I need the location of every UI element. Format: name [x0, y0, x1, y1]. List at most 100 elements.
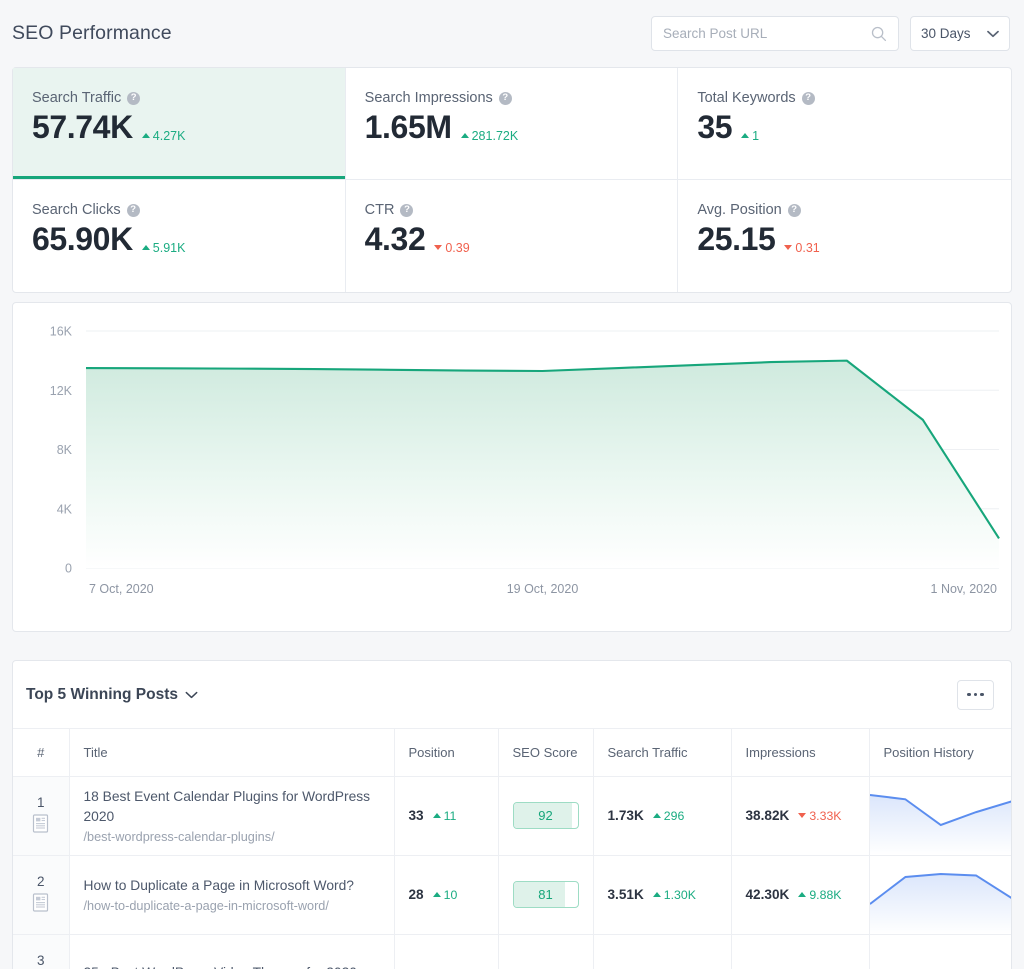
- position-delta-value: 10: [443, 887, 458, 902]
- position-history-cell: [869, 855, 1011, 935]
- arrow-up-icon: [652, 892, 661, 897]
- x-tick-label: 1 Nov, 2020: [931, 582, 998, 596]
- stat-label: Search Impressions ?: [365, 90, 678, 106]
- stat-card-search-clicks[interactable]: Search Clicks ? 65.90K 5.91K: [13, 180, 346, 292]
- x-tick-label: 7 Oct, 2020: [89, 582, 154, 596]
- seo-score-cell: [498, 934, 594, 969]
- winning-posts-title-dropdown[interactable]: Top 5 Winning Posts: [26, 686, 198, 704]
- search-traffic-cell: [593, 934, 732, 969]
- seo-score-value: 92: [538, 808, 553, 823]
- ellipsis-icon: [967, 692, 971, 697]
- table-row[interactable]: 1 18 Best Event Calendar Plugins for Wor…: [13, 776, 1011, 856]
- column-header-position-history[interactable]: Position History: [869, 729, 1011, 777]
- post-cell[interactable]: 18 Best Event Calendar Plugins for WordP…: [69, 776, 395, 856]
- impressions-delta-value: 9.88K: [809, 887, 842, 902]
- y-tick-label: 16K: [50, 325, 73, 339]
- help-icon[interactable]: ?: [126, 203, 140, 217]
- stat-card-avg-position[interactable]: Avg. Position ? 25.15 0.31: [678, 180, 1011, 292]
- date-range-select[interactable]: 30 Days: [910, 16, 1010, 51]
- winning-posts-title: Top 5 Winning Posts: [26, 685, 178, 703]
- stat-delta-value: 281.72K: [471, 128, 519, 143]
- impressions-cell: 42.30K 9.88K: [731, 855, 870, 935]
- impressions-cell: 38.82K 3.33K: [731, 776, 870, 856]
- search-traffic-delta-value: 296: [663, 808, 685, 823]
- stat-value: 57.74K: [32, 109, 133, 145]
- stat-value-row: 65.90K 5.91K: [32, 221, 345, 258]
- stats-panel: Search Traffic ? 57.74K 4.27K Search Imp…: [12, 67, 1012, 293]
- arrow-up-icon: [741, 133, 750, 138]
- help-icon[interactable]: ?: [400, 203, 414, 217]
- position-history-sparkline: [869, 872, 1011, 933]
- post-title[interactable]: 25+ Best WordPress Video Themes for 2020: [84, 963, 380, 969]
- stat-delta: 0.31: [784, 241, 820, 255]
- position-history-cell: [869, 934, 1011, 969]
- traffic-area-chart[interactable]: 0 4K 8K 12K 16K 7 Oct, 2020 19 Oct, 2020 1 Nov…: [13, 303, 1011, 631]
- impressions-delta: 9.88K: [798, 888, 841, 902]
- stat-value: 25.15: [697, 221, 776, 257]
- arrow-down-icon: [798, 813, 807, 818]
- stat-value-row: 35 1: [697, 109, 1011, 146]
- ellipsis-icon: [980, 692, 984, 697]
- column-header-title[interactable]: Title: [69, 729, 395, 777]
- stat-value: 35: [697, 109, 733, 145]
- arrow-up-icon: [141, 245, 150, 250]
- stat-label: Search Clicks ?: [32, 202, 345, 218]
- position-delta-value: 11: [443, 808, 457, 823]
- arrow-up-icon: [432, 892, 441, 897]
- table-row[interactable]: 3 25+ Best WordPress Video Themes for 20…: [13, 934, 1011, 969]
- search-input[interactable]: [652, 17, 898, 50]
- help-icon[interactable]: ?: [498, 91, 512, 105]
- stat-card-total-keywords[interactable]: Total Keywords ? 35 1: [678, 68, 1011, 180]
- stat-value-row: 1.65M 281.72K: [365, 109, 678, 146]
- search-traffic-cell: 3.51K 1.30K: [593, 855, 732, 935]
- page-title: SEO Performance: [12, 22, 172, 44]
- stat-label: CTR ?: [365, 202, 678, 218]
- winning-posts-header: Top 5 Winning Posts: [13, 661, 1011, 729]
- arrow-down-icon: [784, 245, 793, 250]
- stat-delta: 5.91K: [141, 241, 185, 255]
- column-header-search-traffic[interactable]: Search Traffic: [593, 729, 732, 777]
- stat-label-text: CTR: [364, 202, 395, 218]
- stat-label: Total Keywords ?: [697, 90, 1011, 106]
- stat-card-search-traffic[interactable]: Search Traffic ? 57.74K 4.27K: [13, 68, 346, 180]
- header-controls: 30 Days: [651, 16, 1012, 51]
- date-range-value: 30 Days: [921, 26, 971, 41]
- row-index: 3: [36, 952, 45, 968]
- stat-card-ctr[interactable]: CTR ? 4.32 0.39: [346, 180, 679, 292]
- table-row[interactable]: 2 How to Duplicate a Page in Microsoft W…: [13, 855, 1011, 935]
- seo-score-badge: 81: [512, 881, 579, 908]
- column-header-seo-score[interactable]: SEO Score: [498, 729, 594, 777]
- column-header-position[interactable]: Position: [394, 729, 499, 777]
- stat-value: 4.32: [364, 221, 426, 257]
- search-post-url-box[interactable]: [651, 16, 899, 51]
- column-header-index[interactable]: #: [13, 729, 70, 777]
- search-traffic-value: 3.51K: [607, 887, 644, 902]
- help-icon[interactable]: ?: [801, 91, 815, 105]
- stat-delta-value: 0.39: [445, 240, 470, 255]
- post-icon: [33, 814, 49, 833]
- seo-score-badge: 92: [512, 802, 579, 829]
- position-delta: 11: [432, 808, 457, 823]
- help-icon[interactable]: ?: [787, 203, 801, 217]
- y-tick-label: 8K: [57, 443, 73, 457]
- impressions-value: 38.82K: [745, 808, 790, 823]
- stat-delta: 1: [741, 129, 759, 143]
- impressions-value: 42.30K: [745, 887, 790, 902]
- stat-card-search-impressions[interactable]: Search Impressions ? 1.65M 281.72K: [345, 68, 679, 180]
- arrow-up-icon: [798, 892, 807, 897]
- post-cell[interactable]: How to Duplicate a Page in Microsoft Wor…: [69, 855, 395, 935]
- post-cell[interactable]: 25+ Best WordPress Video Themes for 2020: [69, 934, 395, 969]
- post-title[interactable]: 18 Best Event Calendar Plugins for WordP…: [84, 787, 380, 826]
- post-title[interactable]: How to Duplicate a Page in Microsoft Wor…: [84, 876, 380, 896]
- impressions-cell: [731, 934, 870, 969]
- stat-value-row: 25.15 0.31: [697, 221, 1011, 258]
- search-traffic-delta-value: 1.30K: [663, 887, 696, 902]
- stat-delta: 281.72K: [460, 128, 519, 143]
- more-options-button[interactable]: [957, 679, 994, 710]
- position-value: 28: [408, 887, 424, 902]
- column-header-impressions[interactable]: Impressions: [731, 729, 870, 777]
- stat-value: 1.65M: [364, 109, 452, 145]
- help-icon[interactable]: ?: [127, 91, 141, 105]
- winning-posts-table: # Title Position SEO Score Search Traffi…: [13, 729, 1011, 969]
- arrow-up-icon: [460, 133, 469, 138]
